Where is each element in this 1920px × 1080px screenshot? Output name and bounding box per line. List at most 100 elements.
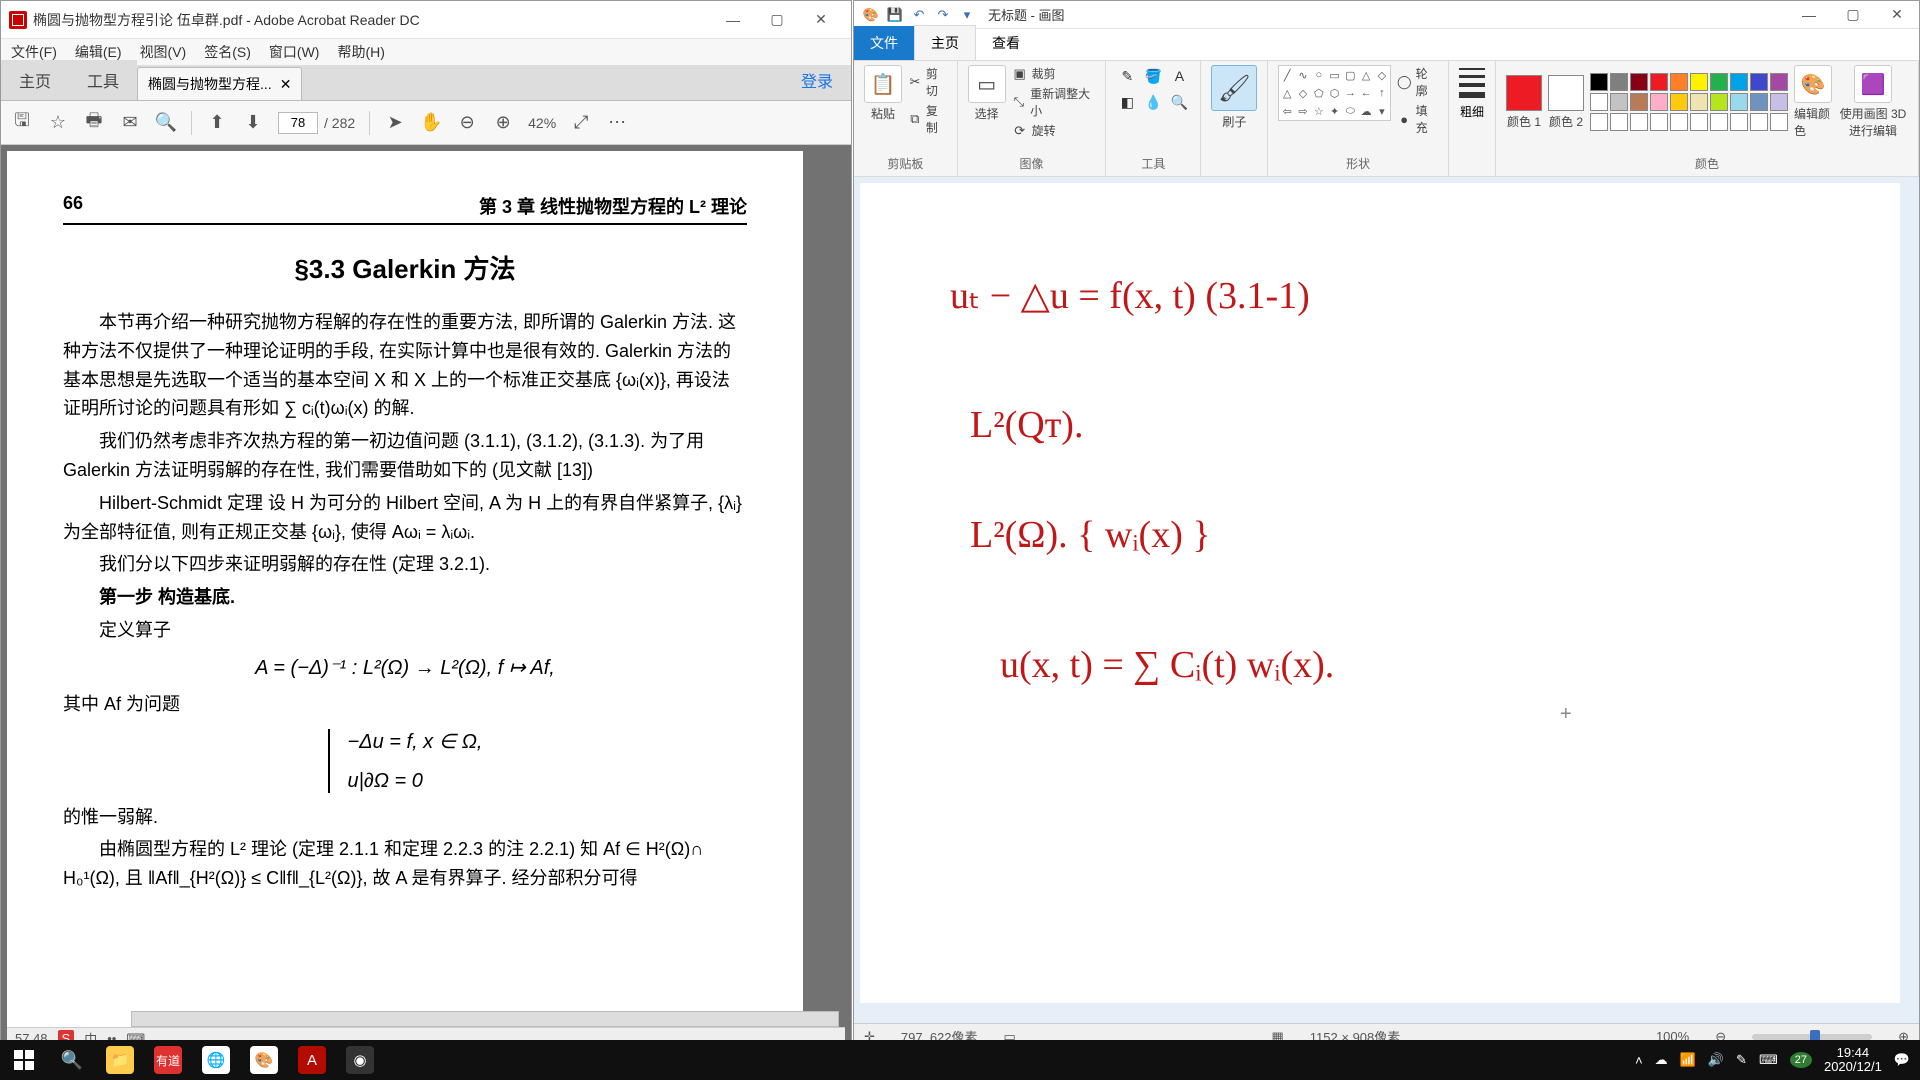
qat-undo-icon[interactable]: ↶: [910, 6, 928, 24]
page-down-icon[interactable]: ⬇: [242, 112, 264, 134]
save-icon[interactable]: 🖫: [11, 112, 33, 134]
palette-swatch[interactable]: [1770, 93, 1788, 111]
palette-empty[interactable]: [1590, 113, 1608, 131]
taskbar-chrome[interactable]: 🌐: [192, 1040, 240, 1080]
palette-swatch[interactable]: [1670, 93, 1688, 111]
tray-chevron-icon[interactable]: ˄: [1635, 1053, 1643, 1068]
zoom-pct[interactable]: 42%: [528, 115, 556, 131]
taskbar-search-icon[interactable]: 🔍: [48, 1040, 96, 1080]
paint3d-button[interactable]: 🟪 使用画图 3D 进行编辑: [1838, 65, 1908, 139]
tray-keyboard-icon[interactable]: ⌨: [1759, 1052, 1778, 1068]
tab-home[interactable]: 主页: [1, 60, 69, 100]
color-palette[interactable]: [1590, 73, 1788, 131]
palette-swatch[interactable]: [1690, 73, 1708, 91]
taskbar-explorer[interactable]: 📁: [96, 1040, 144, 1080]
shapes-gallery[interactable]: ╱∿○▭▢△◇ △◇⬠⬡→←↑ ⇦⇨☆✦⬭☁▾: [1278, 65, 1390, 121]
paint-canvas-area[interactable]: uₜ − △u = f(x, t) (3.1-1) L²(Qᴛ). L²(Ω).…: [854, 177, 1919, 1023]
palette-swatch[interactable]: [1730, 93, 1748, 111]
taskbar-youdao[interactable]: 有道: [144, 1040, 192, 1080]
copy-button[interactable]: ⧉复制: [908, 102, 947, 136]
menu-window[interactable]: 窗口(W): [269, 42, 320, 62]
fill-tool[interactable]: 🪣: [1142, 65, 1164, 87]
palette-empty[interactable]: [1750, 113, 1768, 131]
taskbar-acrobat[interactable]: A: [288, 1040, 336, 1080]
palette-swatch[interactable]: [1630, 93, 1648, 111]
taskbar-clock[interactable]: 19:44 2020/12/1: [1824, 1046, 1882, 1075]
mail-icon[interactable]: ✉: [119, 112, 141, 134]
menu-help[interactable]: 帮助(H): [337, 42, 384, 62]
picker-tool[interactable]: 💧: [1142, 91, 1164, 113]
tray-ime-icon[interactable]: ✎: [1736, 1052, 1747, 1068]
tab-tools[interactable]: 工具: [69, 60, 137, 100]
more-icon[interactable]: ⋯: [606, 112, 628, 134]
palette-swatch[interactable]: [1730, 73, 1748, 91]
palette-swatch[interactable]: [1650, 73, 1668, 91]
paste-button[interactable]: 📋 粘贴: [864, 65, 902, 122]
page-input[interactable]: [278, 112, 318, 134]
tab-file[interactable]: 文件: [854, 26, 914, 60]
palette-empty[interactable]: [1690, 113, 1708, 131]
select-button[interactable]: ▭ 选择: [968, 65, 1006, 122]
qat-redo-icon[interactable]: ↷: [934, 6, 952, 24]
start-button[interactable]: [0, 1040, 48, 1080]
taskbar-paint[interactable]: 🎨: [240, 1040, 288, 1080]
palette-empty[interactable]: [1770, 113, 1788, 131]
close-button[interactable]: ✕: [799, 6, 843, 34]
acrobat-viewport[interactable]: 66 第 3 章 线性抛物型方程的 L² 理论 §3.3 Galerkin 方法…: [1, 145, 851, 1049]
zoom-in-icon[interactable]: ⊕: [492, 112, 514, 134]
paint-minimize-button[interactable]: —: [1787, 1, 1831, 29]
minimize-button[interactable]: —: [711, 6, 755, 34]
palette-swatch[interactable]: [1650, 93, 1668, 111]
palette-swatch[interactable]: [1710, 73, 1728, 91]
fill-shape-button[interactable]: ●填充: [1397, 102, 1438, 136]
paint-close-button[interactable]: ✕: [1875, 1, 1919, 29]
palette-swatch[interactable]: [1750, 73, 1768, 91]
taskbar-obs[interactable]: ◉: [336, 1040, 384, 1080]
notifications-icon[interactable]: 💬: [1894, 1052, 1910, 1068]
color2-button[interactable]: 颜色 2: [1548, 75, 1584, 130]
palette-swatch[interactable]: [1590, 73, 1608, 91]
color1-button[interactable]: 颜色 1: [1506, 75, 1542, 130]
zoom-out-icon[interactable]: ⊖: [456, 112, 478, 134]
magnify-tool[interactable]: 🔍: [1168, 91, 1190, 113]
tab-view[interactable]: 查看: [976, 26, 1036, 60]
palette-empty[interactable]: [1730, 113, 1748, 131]
palette-swatch[interactable]: [1750, 93, 1768, 111]
palette-swatch[interactable]: [1590, 93, 1608, 111]
edit-colors-button[interactable]: 🎨 编辑颜色: [1794, 65, 1832, 139]
zoom-slider[interactable]: [1752, 1034, 1872, 1040]
pencil-tool[interactable]: ✎: [1116, 65, 1138, 87]
login-link[interactable]: 登录: [783, 60, 851, 100]
pointer-icon[interactable]: ➤: [384, 112, 406, 134]
palette-swatch[interactable]: [1710, 93, 1728, 111]
page-up-icon[interactable]: ⬆: [206, 112, 228, 134]
qat-save-icon[interactable]: 💾: [886, 6, 904, 24]
qat-customize-icon[interactable]: ▾: [958, 6, 976, 24]
tab-home[interactable]: 主页: [914, 25, 976, 60]
tray-badge[interactable]: 27: [1790, 1052, 1812, 1068]
palette-swatch[interactable]: [1690, 93, 1708, 111]
palette-swatch[interactable]: [1770, 73, 1788, 91]
tab-document[interactable]: 椭圆与抛物型方程... ✕: [137, 67, 302, 100]
menu-file[interactable]: 文件(F): [11, 42, 57, 62]
palette-swatch[interactable]: [1610, 73, 1628, 91]
palette-empty[interactable]: [1710, 113, 1728, 131]
brush-button[interactable]: 🖌 刷子: [1211, 65, 1257, 130]
outline-button[interactable]: ◯轮廓: [1397, 65, 1438, 99]
paint-canvas[interactable]: uₜ − △u = f(x, t) (3.1-1) L²(Qᴛ). L²(Ω).…: [860, 183, 1900, 1003]
palette-empty[interactable]: [1670, 113, 1688, 131]
hand-icon[interactable]: ✋: [420, 112, 442, 134]
palette-empty[interactable]: [1630, 113, 1648, 131]
resize-button[interactable]: ⤡重新调整大小: [1012, 85, 1096, 119]
print-icon[interactable]: 🖶: [83, 112, 105, 134]
crop-button[interactable]: ▣裁剪: [1012, 65, 1096, 82]
palette-swatch[interactable]: [1670, 73, 1688, 91]
h-scrollbar[interactable]: [131, 1011, 839, 1027]
cut-button[interactable]: ✂剪切: [908, 65, 947, 99]
tray-network-icon[interactable]: 📶: [1680, 1052, 1696, 1068]
tray-volume-icon[interactable]: 🔊: [1708, 1052, 1724, 1068]
menu-edit[interactable]: 编辑(E): [75, 42, 122, 62]
palette-empty[interactable]: [1610, 113, 1628, 131]
palette-swatch[interactable]: [1610, 93, 1628, 111]
menu-sign[interactable]: 签名(S): [204, 42, 251, 62]
